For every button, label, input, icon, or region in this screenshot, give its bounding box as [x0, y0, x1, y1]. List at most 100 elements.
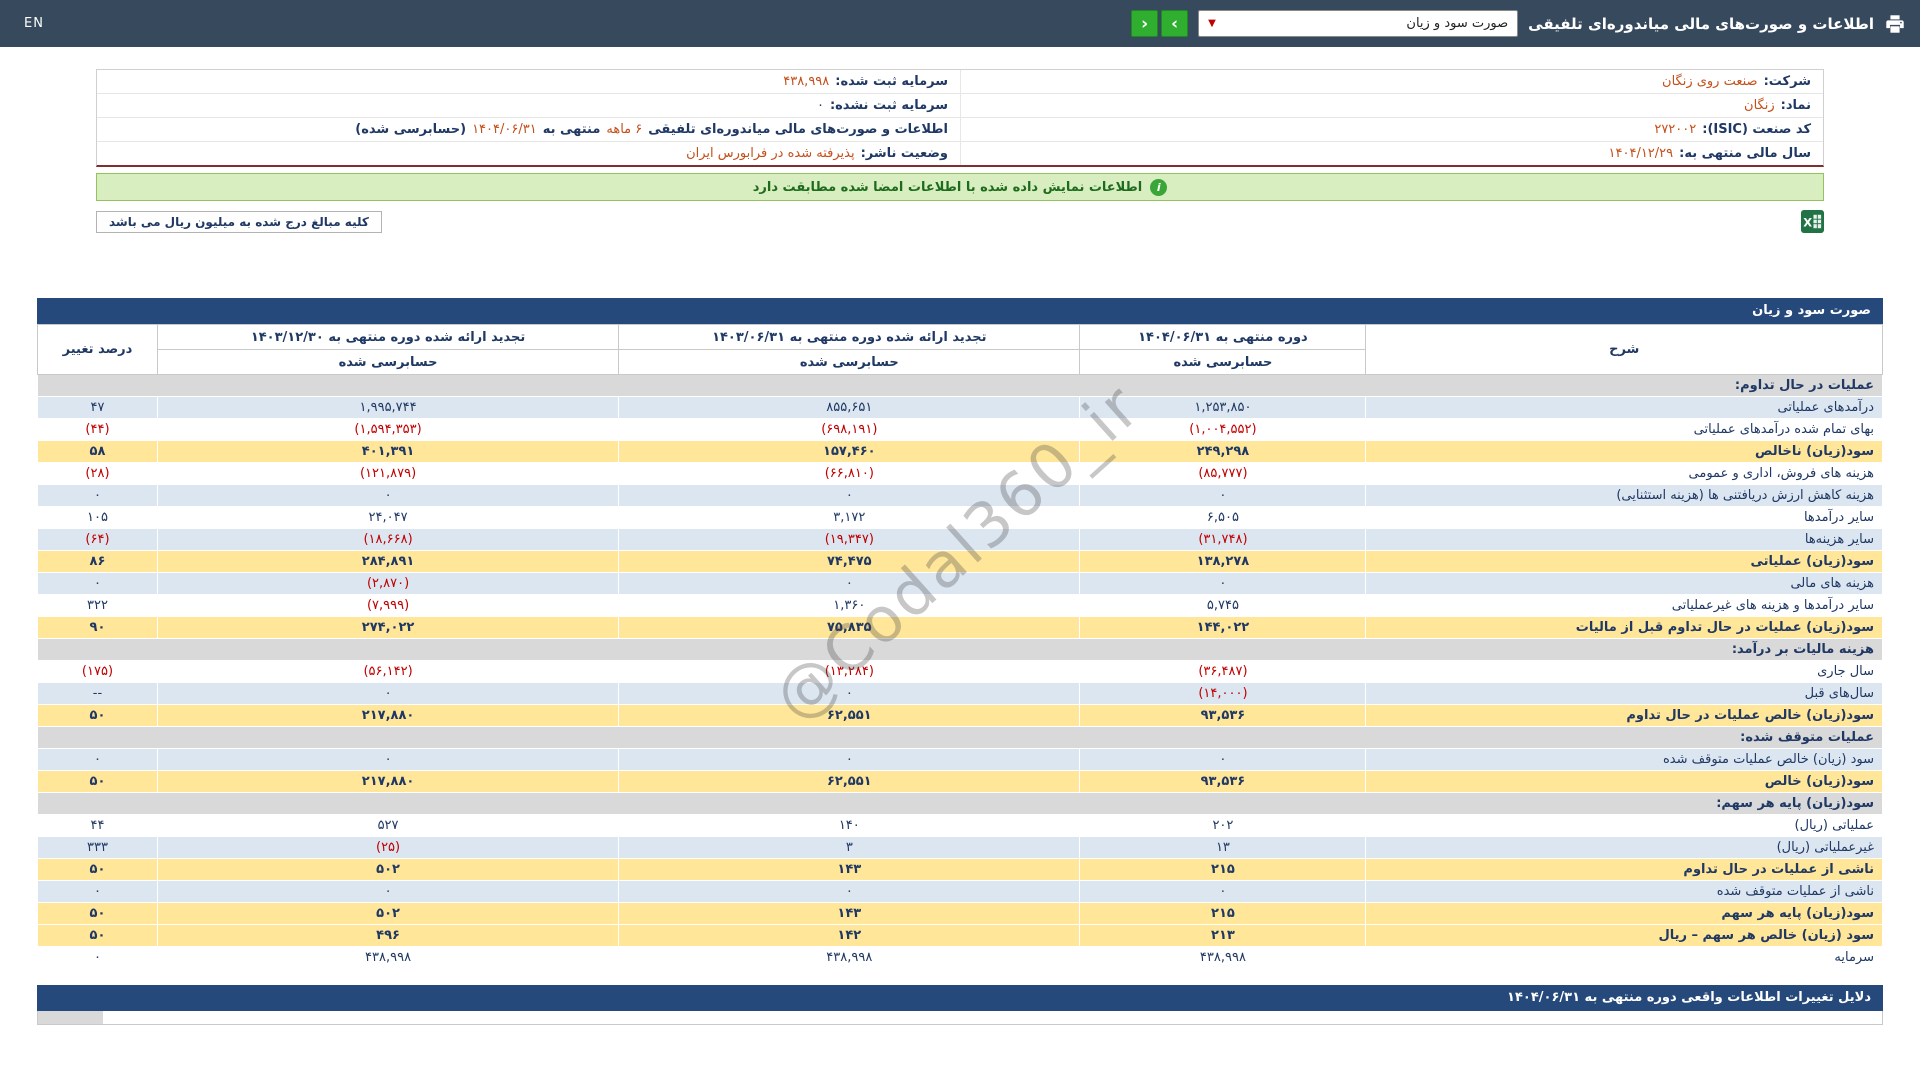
- value-cell: ۱۴۳: [619, 903, 1080, 925]
- fiscal-year-cell: سال مالی منتهی به: ۱۴۰۴/۱۲/۲۹: [960, 142, 1823, 165]
- value-cell: ۴۳۸,۹۹۸: [619, 947, 1080, 969]
- statement-row: سود(زیان) پایه هر سهم۲۱۵۱۴۳۵۰۲۵۰: [38, 903, 1883, 925]
- note-row: X کلیه مبالغ درج شده به میلیون ریال می ب…: [96, 209, 1824, 234]
- period-line-prefix: اطلاعات و صورت‌های مالی میاندوره‌ای تلفی…: [648, 122, 948, 137]
- statement-row: هزینه کاهش ارزش دریافتنی ها (هزینه استثن…: [38, 485, 1883, 507]
- nav-next-button[interactable]: ›: [1161, 10, 1188, 37]
- statement-select[interactable]: صورت سود و زیان ▼: [1198, 10, 1518, 37]
- row-label: سود(زیان) خالص عملیات در حال تداوم: [1366, 705, 1883, 727]
- registered-capital-label: سرمایه ثبت شده:: [835, 74, 948, 89]
- income-statement-body: عملیات در حال تداوم:درآمدهای عملیاتی۱,۲۵…: [38, 375, 1883, 969]
- value-cell: ۵۰۲: [157, 859, 618, 881]
- statement-row: بهای تمام شده درآمدهای عملیاتی(۱,۰۰۴,۵۵۲…: [38, 419, 1883, 441]
- section-label: عملیات در حال تداوم:: [38, 375, 1883, 397]
- row-label: هزینه های مالی: [1366, 573, 1883, 595]
- value-cell: ۰: [619, 683, 1080, 705]
- value-cell: ۲۱۷,۸۸۰: [157, 705, 618, 727]
- section-label: سود(زیان) پایه هر سهم:: [38, 793, 1883, 815]
- statement-row: ناشی از عملیات متوقف شده۰۰۰۰: [38, 881, 1883, 903]
- unregistered-capital-value: ۰: [817, 98, 824, 113]
- value-cell: ۱,۹۹۵,۷۴۴: [157, 397, 618, 419]
- income-statement-table: شرح دوره منتهی به ۱۴۰۴/۰۶/۳۱ تجدید ارائه…: [37, 324, 1883, 969]
- value-cell: ۰: [619, 749, 1080, 771]
- company-name-label: شرکت:: [1764, 74, 1811, 89]
- value-cell: ۱۳۸,۲۷۸: [1080, 551, 1366, 573]
- isic-cell: کد صنعت (ISIC): ۲۷۲۰۰۲: [960, 118, 1823, 141]
- isic-label: کد صنعت (ISIC):: [1702, 122, 1811, 137]
- value-cell: ۰: [1080, 881, 1366, 903]
- company-info-row: سال مالی منتهی به: ۱۴۰۴/۱۲/۲۹ وضعیت ناشر…: [97, 142, 1823, 165]
- row-label: سال‌های قبل: [1366, 683, 1883, 705]
- registered-capital-value: ۴۳۸,۹۹۸: [783, 74, 829, 89]
- row-label: هزینه کاهش ارزش دریافتنی ها (هزینه استثن…: [1366, 485, 1883, 507]
- row-label: سرمایه: [1366, 947, 1883, 969]
- value-cell: ۲۱۵: [1080, 903, 1366, 925]
- value-cell: (۳۱,۷۴۸): [1080, 529, 1366, 551]
- column-header-description: شرح: [1366, 325, 1883, 375]
- statement-row: سود(زیان) خالص۹۳,۵۳۶۶۲,۵۵۱۲۱۷,۸۸۰۵۰: [38, 771, 1883, 793]
- percent-change-cell: (۱۷۵): [38, 661, 158, 683]
- value-cell: ۰: [157, 485, 618, 507]
- value-cell: ۱,۳۶۰: [619, 595, 1080, 617]
- value-cell: ۱۴۴,۰۲۲: [1080, 617, 1366, 639]
- period-line-date: ۱۴۰۴/۰۶/۳۱: [472, 122, 537, 137]
- percent-change-cell: ۳۳۳: [38, 837, 158, 859]
- language-en-link[interactable]: EN: [24, 16, 44, 31]
- value-cell: (۶۶,۸۱۰): [619, 463, 1080, 485]
- value-cell: ۲۱۵: [1080, 859, 1366, 881]
- value-cell: (۷,۹۹۹): [157, 595, 618, 617]
- row-label: سود(زیان) عملیاتی: [1366, 551, 1883, 573]
- column-subheader-audited: حسابرسی شده: [157, 350, 618, 375]
- fiscal-year-value: ۱۴۰۴/۱۲/۲۹: [1609, 146, 1674, 161]
- footer-cell-stub: [38, 1011, 103, 1024]
- top-bar-right-group: اطلاعات و صورت‌های مالی میاندوره‌ای تلفی…: [1131, 10, 1906, 37]
- signed-info-text: اطلاعات نمایش داده شده با اطلاعات امضا ش…: [753, 180, 1143, 195]
- value-cell: (۱,۵۹۴,۳۵۳): [157, 419, 618, 441]
- excel-export-icon[interactable]: X: [1801, 210, 1824, 233]
- isic-value: ۲۷۲۰۰۲: [1654, 122, 1696, 137]
- period-line-months: ۶ ماهه: [606, 122, 642, 137]
- value-cell: ۰: [1080, 573, 1366, 595]
- unregistered-capital-label: سرمایه ثبت نشده:: [830, 98, 948, 113]
- top-bar: اطلاعات و صورت‌های مالی میاندوره‌ای تلفی…: [0, 0, 1920, 47]
- issuer-status-value: پذیرفته شده در فرابورس ایران: [686, 146, 855, 161]
- section-row: هزینه مالیات بر درآمد:: [38, 639, 1883, 661]
- row-label: ناشی از عملیات در حال تداوم: [1366, 859, 1883, 881]
- row-label: غیرعملیاتی (ریال): [1366, 837, 1883, 859]
- print-icon[interactable]: [1884, 13, 1906, 35]
- statement-row: سود (زیان) خالص عملیات متوقف شده۰۰۰۰: [38, 749, 1883, 771]
- value-cell: ۳,۱۷۲: [619, 507, 1080, 529]
- symbol-label: نماد:: [1781, 98, 1811, 113]
- percent-change-cell: ۵۰: [38, 925, 158, 947]
- value-cell: ۴۳۸,۹۹۸: [1080, 947, 1366, 969]
- percent-change-cell: ۵۰: [38, 859, 158, 881]
- statement-row: سال‌های قبل(۱۴,۰۰۰)۰۰--: [38, 683, 1883, 705]
- value-cell: (۱۸,۶۶۸): [157, 529, 618, 551]
- fiscal-year-label: سال مالی منتهی به:: [1679, 146, 1811, 161]
- value-cell: ۹۳,۵۳۶: [1080, 771, 1366, 793]
- company-name-cell: شرکت: صنعت روی زنگان: [960, 70, 1823, 93]
- million-rial-note: کلیه مبالغ درج شده به میلیون ریال می باش…: [96, 211, 382, 233]
- value-cell: ۲۷۴,۰۲۲: [157, 617, 618, 639]
- row-label: هزینه های فروش، اداری و عمومی: [1366, 463, 1883, 485]
- value-cell: ۲۴۹,۲۹۸: [1080, 441, 1366, 463]
- row-label: سود(زیان) عملیات در حال تداوم قبل از مال…: [1366, 617, 1883, 639]
- row-label: سایر درآمدها: [1366, 507, 1883, 529]
- value-cell: ۴۳۸,۹۹۸: [157, 947, 618, 969]
- value-cell: ۰: [1080, 749, 1366, 771]
- row-label: سود(زیان) ناخالص: [1366, 441, 1883, 463]
- period-statement-cell: اطلاعات و صورت‌های مالی میاندوره‌ای تلفی…: [97, 118, 960, 141]
- value-cell: ۵۰۲: [157, 903, 618, 925]
- value-cell: ۰: [157, 749, 618, 771]
- value-cell: ۰: [157, 881, 618, 903]
- value-cell: (۲۵): [157, 837, 618, 859]
- nav-prev-button[interactable]: ‹: [1131, 10, 1158, 37]
- section-row: عملیات در حال تداوم:: [38, 375, 1883, 397]
- row-label: سود (زیان) خالص هر سهم – ریال: [1366, 925, 1883, 947]
- statement-row: سود(زیان) خالص عملیات در حال تداوم۹۳,۵۳۶…: [38, 705, 1883, 727]
- statement-row: سود(زیان) عملیاتی۱۳۸,۲۷۸۷۴,۴۷۵۲۸۴,۸۹۱۸۶: [38, 551, 1883, 573]
- symbol-cell: نماد: زنگان: [960, 94, 1823, 117]
- value-cell: ۷۵,۸۳۵: [619, 617, 1080, 639]
- value-cell: ۶۲,۵۵۱: [619, 771, 1080, 793]
- value-cell: (۱۳,۲۸۴): [619, 661, 1080, 683]
